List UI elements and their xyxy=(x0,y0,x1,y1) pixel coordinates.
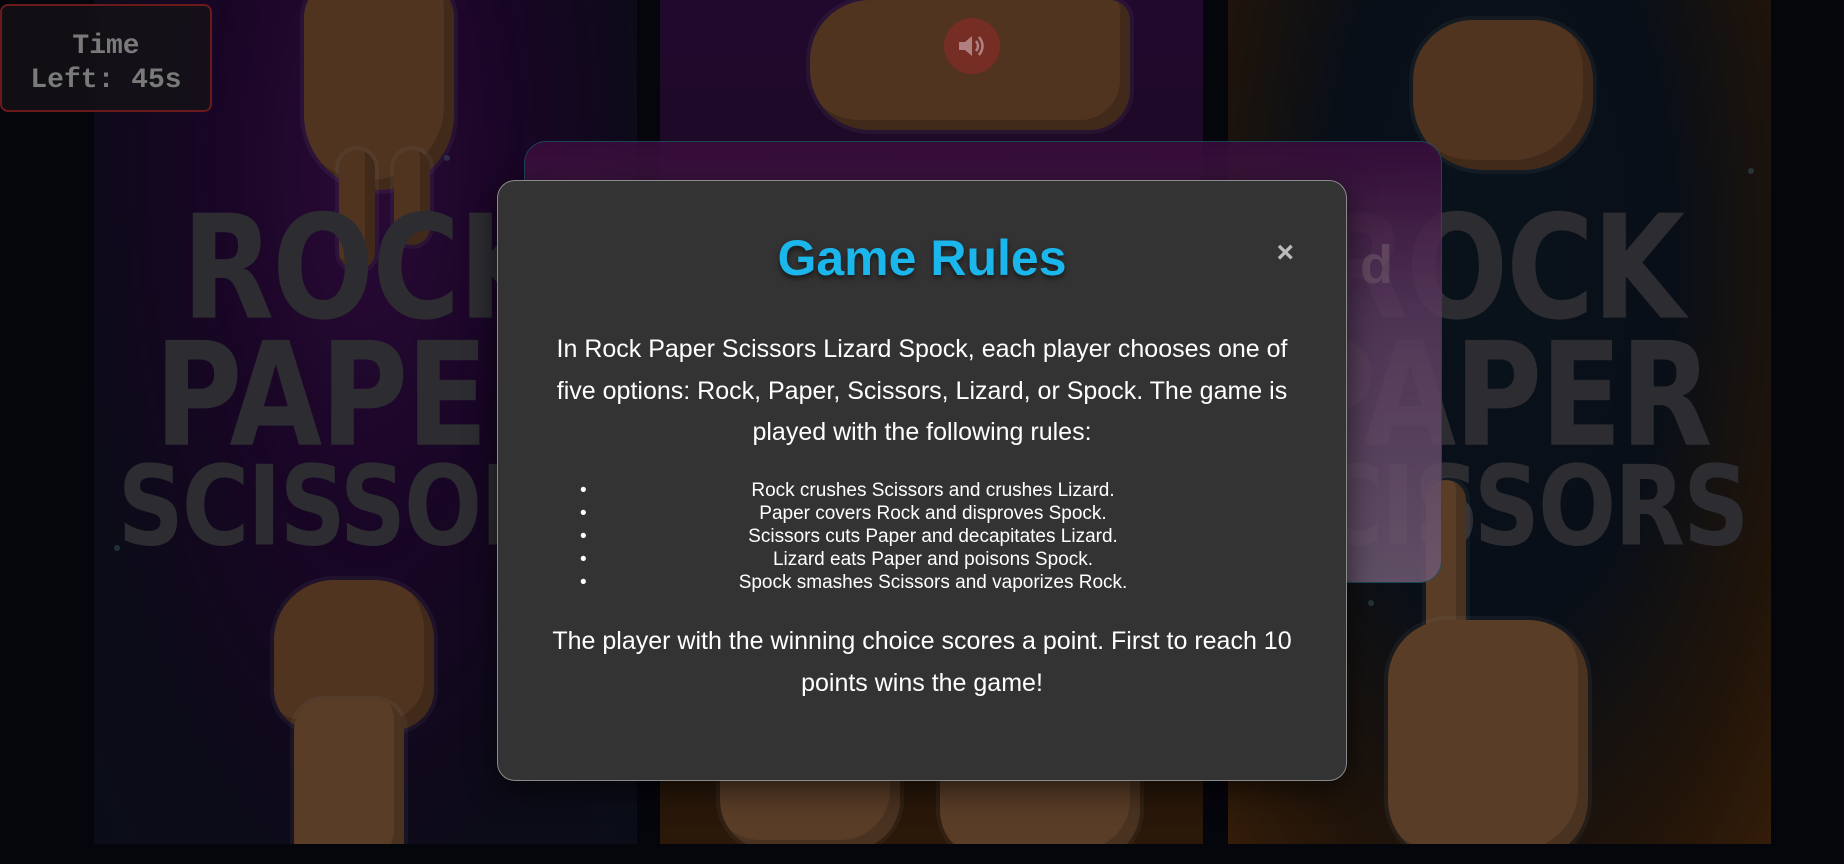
rules-outro: The player with the winning choice score… xyxy=(552,627,1292,697)
background-card-text: d xyxy=(1360,235,1393,295)
rule-item: Lizard eats Paper and poisons Spock. xyxy=(580,548,1286,571)
timer-label: Time xyxy=(72,31,140,62)
speaker-icon xyxy=(959,36,984,56)
close-icon[interactable]: × xyxy=(1276,238,1294,268)
rule-item: Scissors cuts Paper and decapitates Liza… xyxy=(580,525,1286,548)
rules-intro: In Rock Paper Scissors Lizard Spock, eac… xyxy=(556,335,1288,446)
time-left-display: Time Left: 45s xyxy=(0,4,212,112)
rule-item: Paper covers Rock and disproves Spock. xyxy=(580,502,1286,525)
rule-item: Spock smashes Scissors and vaporizes Roc… xyxy=(580,571,1286,594)
rule-item: Rock crushes Scissors and crushes Lizard… xyxy=(580,479,1286,502)
rules-modal: Game Rules × In Rock Paper Scissors Liza… xyxy=(497,180,1347,781)
sound-toggle-button[interactable] xyxy=(944,18,1000,74)
modal-title: Game Rules xyxy=(777,230,1067,286)
rules-list: Rock crushes Scissors and crushes Lizard… xyxy=(580,479,1286,594)
timer-value: Left: 45s xyxy=(30,65,182,96)
